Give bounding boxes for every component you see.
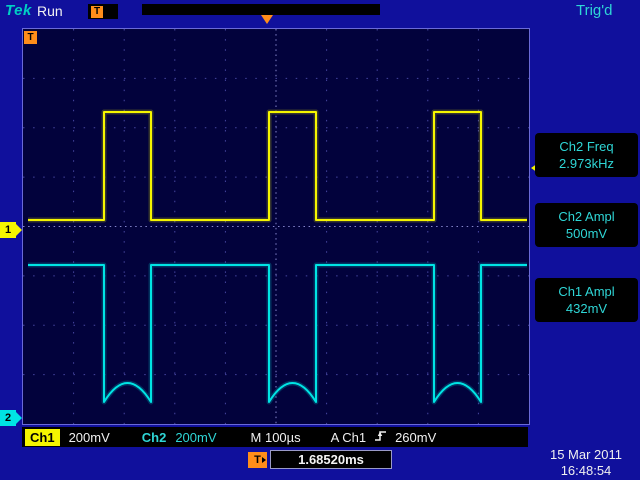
acquisition-status: Run <box>37 3 63 19</box>
ch2-trace-glow <box>28 265 527 402</box>
timebase-readout: M 100µs <box>251 430 301 445</box>
trigger-position-bar <box>142 4 380 15</box>
measurement-ch2-ampl: Ch2 Ampl 500mV <box>535 203 638 247</box>
scope-graticule <box>22 28 530 425</box>
ch2-volts-per-div: 200mV <box>175 430 216 445</box>
measurement-label: Ch2 Ampl <box>535 208 638 225</box>
measurement-value: 2.973kHz <box>535 155 638 172</box>
date-text: 15 Mar 2011 <box>534 447 638 463</box>
time-text: 16:48:54 <box>534 463 638 479</box>
datetime-readout: 15 Mar 2011 16:48:54 <box>534 447 638 479</box>
ch1-ground-marker: 1 <box>0 222 16 238</box>
trigger-source-readout: A Ch1 <box>331 430 366 445</box>
trigger-level-t-badge: T <box>24 31 37 44</box>
ch1-badge: Ch1 <box>25 429 60 446</box>
delay-trigger-t-icon: T <box>248 452 267 468</box>
ch2-ground-marker: 2 <box>0 410 16 426</box>
trigger-position-arrow-icon <box>261 15 273 24</box>
trigger-level-readout: 260mV <box>395 430 436 445</box>
trigger-status: Trig'd <box>576 2 612 19</box>
rising-edge-slope-icon <box>374 429 387 446</box>
trigger-delay-readout: 1.68520ms <box>270 450 392 469</box>
ch1-trace-glow <box>28 112 527 220</box>
tek-brand-logo: Tek <box>5 2 32 19</box>
measurement-label: Ch2 Freq <box>535 138 638 155</box>
grid-lines <box>23 29 529 424</box>
measurement-ch2-freq: Ch2 Freq 2.973kHz <box>535 133 638 177</box>
channel-status-bar: Ch1 200mV Ch2 200mV M 100µs A Ch1 260mV <box>22 427 528 447</box>
ch1-volts-per-div: 200mV <box>69 430 110 445</box>
measurement-ch1-ampl: Ch1 Ampl 432mV <box>535 278 638 322</box>
waveform-display <box>23 29 529 424</box>
measurement-value: 500mV <box>535 225 638 242</box>
ch2-badge: Ch2 <box>142 430 167 445</box>
measurement-label: Ch1 Ampl <box>535 283 638 300</box>
trigger-marker-chip: T <box>88 4 118 19</box>
trigger-t-icon: T <box>91 6 103 18</box>
measurement-value: 432mV <box>535 300 638 317</box>
